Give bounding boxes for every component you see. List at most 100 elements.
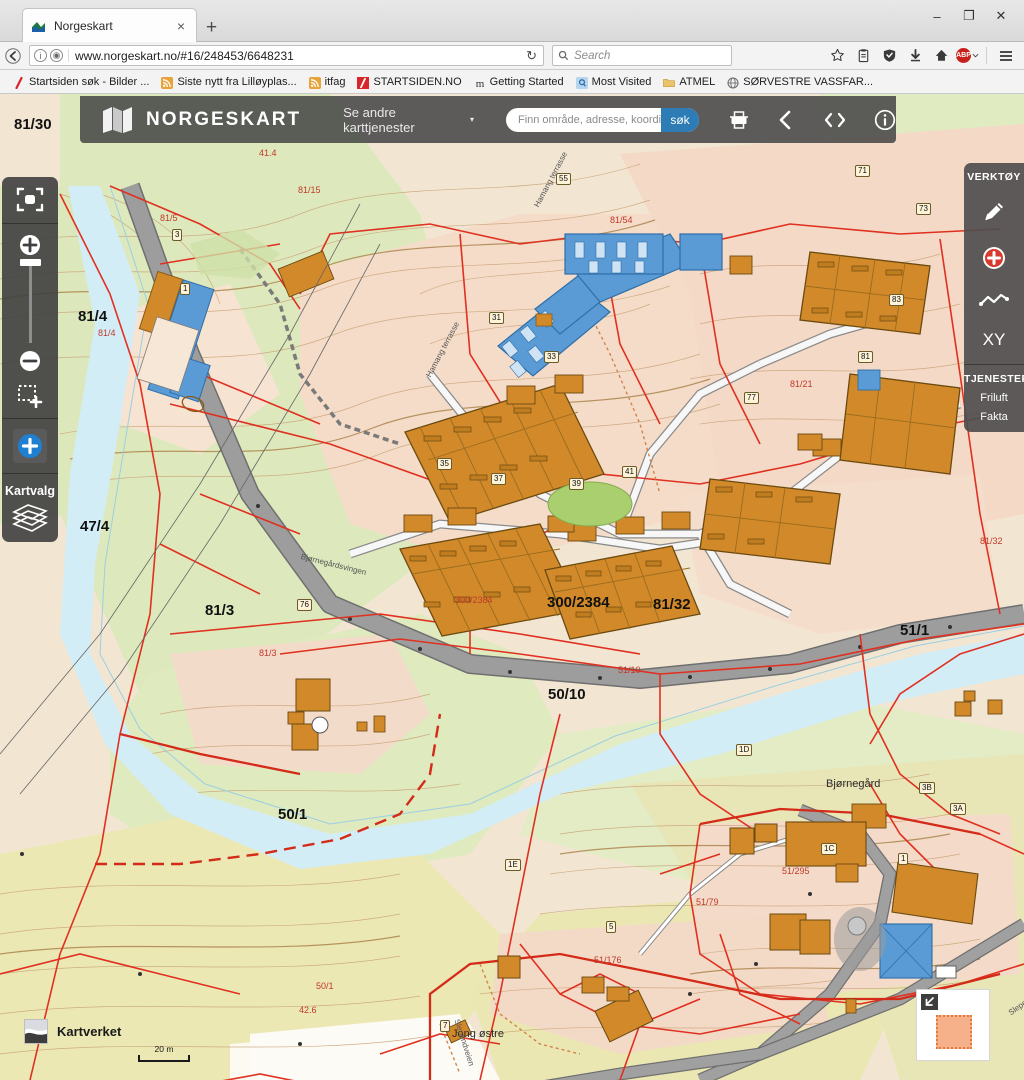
parcel-label-small: 50/1 bbox=[316, 981, 334, 991]
building-number: 77 bbox=[744, 392, 759, 404]
kartvalg-label: Kartvalg bbox=[4, 484, 56, 498]
services-list: Friluft Fakta bbox=[964, 389, 1024, 432]
bookmark-label: STARTSIDEN.NO bbox=[373, 75, 462, 88]
bookmark-item[interactable]: Startsiden søk - Bilder ... bbox=[8, 75, 154, 89]
parcel-label-large: 47/4 bbox=[80, 518, 110, 535]
building-number: 39 bbox=[569, 478, 584, 490]
other-map-services-menu[interactable]: Se andre karttjenester ▾ bbox=[343, 105, 474, 135]
kartvalg-section[interactable]: Kartvalg bbox=[2, 474, 58, 542]
bookmark-label: Startsiden søk - Bilder ... bbox=[29, 75, 150, 88]
svg-text:m: m bbox=[475, 78, 484, 89]
rss-icon bbox=[161, 76, 174, 89]
globe-icon bbox=[727, 76, 739, 89]
building-number: 37 bbox=[491, 473, 506, 485]
zoom-section bbox=[2, 224, 58, 419]
share-icon[interactable] bbox=[776, 110, 796, 130]
home-icon[interactable] bbox=[929, 44, 954, 68]
map-graphics bbox=[0, 94, 1024, 1080]
map-right-panel: VERKTØY XY TJENESTER Friluft Fakta bbox=[964, 163, 1024, 432]
map-book-icon bbox=[102, 106, 134, 134]
add-marker-icon[interactable] bbox=[982, 246, 1006, 275]
brand-title: NORGESKART bbox=[146, 108, 302, 130]
bookmark-item[interactable]: Siste nytt fra Lilløyplas... bbox=[156, 75, 301, 89]
bookmark-item[interactable]: ATMEL bbox=[658, 75, 720, 89]
overview-minimap[interactable] bbox=[916, 989, 990, 1061]
fullscreen-icon[interactable] bbox=[16, 187, 44, 213]
tools-panel-title: VERKTØY bbox=[967, 171, 1021, 183]
bookmark-item[interactable]: SØRVESTRE VASSFAR... bbox=[722, 75, 878, 89]
close-tab-icon[interactable]: × bbox=[174, 17, 188, 35]
overview-extent-rect[interactable] bbox=[936, 1015, 972, 1049]
parcel-label-small: 42.6 bbox=[299, 1005, 317, 1015]
map-left-toolbar: Kartvalg bbox=[2, 177, 58, 542]
draw-pencil-icon[interactable] bbox=[981, 199, 1007, 230]
bookmark-item[interactable]: m Getting Started bbox=[469, 75, 569, 90]
zoom-slider[interactable] bbox=[19, 259, 41, 343]
browser-search-placeholder: Search bbox=[574, 49, 611, 62]
downloads-icon[interactable] bbox=[903, 44, 928, 68]
measure-line-icon[interactable] bbox=[979, 291, 1009, 314]
scale-bar-line bbox=[138, 1055, 190, 1062]
collapse-overview-icon[interactable] bbox=[921, 994, 938, 1010]
info-circle-icon[interactable]: i bbox=[34, 49, 47, 62]
browser-tab-norgeskart[interactable]: Norgeskart × bbox=[22, 8, 197, 42]
map-canvas[interactable]: 81/30 81/4 47/4 81/3 300/2384 81/32 50/10 50/1 5… bbox=[0, 94, 1024, 1080]
scale-bar: 20 m bbox=[138, 1044, 190, 1062]
service-fakta[interactable]: Fakta bbox=[980, 411, 1008, 423]
brand[interactable]: NORGESKART bbox=[102, 106, 301, 134]
rss-icon bbox=[308, 76, 321, 89]
add-button[interactable] bbox=[13, 429, 47, 463]
coordinates-xy-button[interactable]: XY bbox=[983, 330, 1006, 350]
kartverket-attribution: Kartverket bbox=[24, 1019, 121, 1044]
reading-list-icon[interactable] bbox=[851, 44, 876, 68]
parcel-label-large: 81/30 bbox=[14, 116, 52, 133]
bookmarks-bar: Startsiden søk - Bilder ... Siste nytt f… bbox=[0, 70, 1024, 94]
browser-navbar: i ◉ www.norgeskart.no/#16/248453/6648231… bbox=[0, 42, 1024, 70]
building-number: 3B bbox=[919, 782, 935, 794]
building-number: 1 bbox=[180, 283, 191, 295]
browser-search-bar[interactable]: Search bbox=[552, 45, 732, 66]
close-window-icon[interactable]: ✕ bbox=[986, 4, 1016, 28]
bookmark-item[interactable]: itfag bbox=[304, 75, 351, 89]
norgeskart-favicon bbox=[31, 18, 47, 34]
new-tab-button[interactable]: + bbox=[206, 18, 217, 37]
building-number: 1D bbox=[736, 744, 753, 756]
select-area-icon[interactable] bbox=[17, 384, 43, 408]
minimize-icon[interactable]: – bbox=[922, 4, 952, 28]
tracking-protection-icon[interactable]: ◉ bbox=[50, 49, 63, 62]
bookmark-label: Most Visited bbox=[591, 75, 652, 88]
building-number: 73 bbox=[916, 203, 931, 215]
bookmark-item[interactable]: STARTSIDEN.NO bbox=[352, 75, 466, 89]
parcel-label-large: 81/3 bbox=[205, 602, 235, 619]
chevron-down-icon: ▾ bbox=[469, 115, 474, 124]
map-search-input[interactable] bbox=[505, 113, 661, 126]
map-search[interactable]: søk bbox=[505, 107, 699, 132]
embed-code-icon[interactable] bbox=[823, 110, 847, 130]
print-icon[interactable] bbox=[729, 110, 749, 130]
map-search-button[interactable]: søk bbox=[661, 107, 699, 132]
info-icon[interactable] bbox=[874, 109, 896, 131]
kartverket-label: Kartverket bbox=[57, 1024, 122, 1039]
tab-strip: Norgeskart × + bbox=[22, 8, 217, 42]
zoom-in-icon[interactable] bbox=[19, 234, 41, 256]
services-panel-title: TJENESTER bbox=[964, 373, 1024, 385]
bookmark-star-icon[interactable] bbox=[825, 44, 850, 68]
parcel-label-large: 51/1 bbox=[900, 622, 930, 639]
url-bar[interactable]: i ◉ www.norgeskart.no/#16/248453/6648231… bbox=[29, 45, 544, 66]
zoom-out-icon[interactable] bbox=[19, 350, 41, 372]
building-number: 1 bbox=[898, 853, 909, 865]
pocket-shield-icon[interactable] bbox=[877, 44, 902, 68]
menu-hamburger-icon[interactable] bbox=[993, 44, 1018, 68]
back-icon[interactable] bbox=[0, 44, 26, 68]
service-friluft[interactable]: Friluft bbox=[980, 392, 1008, 404]
reload-icon[interactable]: ↻ bbox=[526, 48, 539, 64]
maximize-icon[interactable]: ❐ bbox=[954, 4, 984, 28]
adblock-plus-icon[interactable]: ABP bbox=[955, 44, 980, 68]
building-number: 1E bbox=[505, 859, 521, 871]
building-number: 76 bbox=[297, 599, 312, 611]
bookmark-item[interactable]: Most Visited bbox=[571, 75, 657, 89]
layers-icon[interactable] bbox=[10, 502, 50, 532]
building-number: 83 bbox=[889, 294, 904, 306]
zoom-slider-handle[interactable] bbox=[19, 259, 41, 266]
site-identity: i ◉ bbox=[34, 49, 69, 62]
